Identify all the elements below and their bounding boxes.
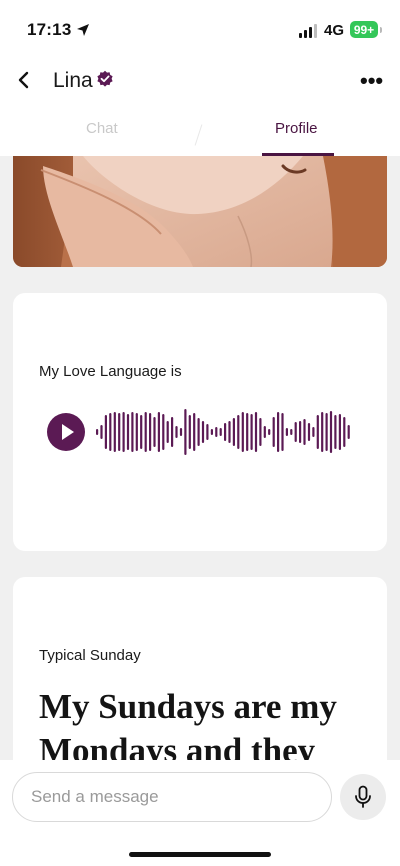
microphone-button[interactable] — [340, 774, 386, 820]
waveform-bar — [122, 412, 125, 452]
waveform-bar — [144, 412, 147, 452]
text-prompt-card: Typical Sunday My Sundays are my Mondays… — [13, 577, 387, 777]
waveform-bar — [188, 415, 191, 449]
waveform-bar — [294, 422, 297, 442]
waveform-bar — [193, 413, 196, 451]
waveform-bar — [197, 418, 200, 446]
waveform-bar — [338, 414, 341, 450]
back-arrow-icon[interactable] — [14, 70, 34, 90]
network-type: 4G — [324, 22, 345, 39]
profile-photo-image — [13, 156, 387, 267]
waveform-bar — [162, 414, 165, 450]
waveform-bar — [219, 428, 222, 436]
waveform-bar — [277, 412, 280, 452]
microphone-icon — [355, 785, 371, 808]
waveform-bar — [241, 412, 244, 452]
match-name[interactable]: Lina — [53, 69, 93, 93]
chat-header: Lina ••• Chat Profile — [0, 58, 400, 156]
more-options-icon[interactable]: ••• — [360, 68, 383, 94]
waveform-bar — [179, 428, 183, 436]
waveform-bar — [329, 411, 333, 453]
audio-waveform[interactable] — [95, 407, 351, 457]
waveform-bar — [246, 413, 249, 451]
waveform-bar — [104, 415, 107, 449]
verified-badge-icon — [97, 70, 113, 87]
waveform-bar — [303, 419, 306, 445]
waveform-bar — [347, 425, 350, 439]
battery-indicator: 99+ — [350, 21, 382, 38]
waveform-bar — [206, 424, 209, 440]
waveform-bar — [149, 413, 152, 451]
waveform-bar — [109, 413, 112, 451]
waveform-bar — [201, 421, 205, 443]
waveform-bar — [325, 413, 328, 451]
waveform-bar — [259, 418, 262, 446]
waveform-bar — [343, 417, 346, 447]
waveform-bar — [316, 415, 319, 449]
waveform-bar — [268, 429, 271, 435]
waveform-bar — [171, 417, 174, 447]
waveform-bar — [263, 426, 266, 438]
waveform-bar — [290, 429, 293, 435]
waveform-bar — [299, 421, 302, 443]
waveform-bar — [175, 426, 178, 438]
location-arrow-icon — [77, 24, 89, 36]
waveform-bar — [215, 427, 218, 437]
waveform-bar — [228, 421, 231, 443]
waveform-bar — [184, 409, 187, 455]
waveform-bar — [334, 415, 337, 449]
text-prompt-label: Typical Sunday — [39, 647, 141, 664]
waveform-bar — [254, 412, 258, 452]
waveform-bar — [135, 413, 138, 451]
waveform-bar — [321, 412, 324, 452]
waveform-bar — [96, 429, 99, 435]
waveform-bar — [272, 417, 275, 447]
play-icon[interactable] — [47, 413, 85, 451]
voice-prompt-card: My Love Language is — [13, 293, 387, 551]
home-indicator — [129, 852, 271, 857]
tab-chat[interactable]: Chat — [86, 120, 118, 137]
waveform-bar — [113, 412, 116, 452]
waveform-bar — [140, 415, 143, 449]
waveform-bar — [157, 412, 160, 452]
waveform-bar — [126, 414, 130, 450]
waveform-bar — [237, 415, 240, 449]
waveform-bar — [232, 418, 235, 446]
waveform-bar — [153, 417, 156, 447]
waveform-bar — [166, 421, 169, 443]
waveform-bar — [100, 425, 103, 439]
tab-divider — [194, 124, 203, 146]
status-time: 17:13 — [27, 20, 72, 39]
waveform-bar — [250, 414, 253, 450]
status-bar: 17:13 4G 99+ — [0, 0, 400, 58]
tab-profile[interactable]: Profile — [275, 120, 318, 137]
signal-icon — [299, 24, 317, 38]
profile-photo[interactable] — [13, 156, 387, 267]
waveform-bar — [307, 423, 311, 441]
waveform-bar — [281, 413, 284, 451]
waveform-bar — [131, 412, 134, 452]
message-composer — [0, 760, 400, 866]
voice-prompt-label: My Love Language is — [39, 363, 182, 380]
waveform-bar — [312, 427, 315, 437]
waveform-bar — [118, 413, 121, 451]
message-input[interactable] — [12, 772, 332, 822]
waveform-bar — [285, 428, 288, 436]
waveform-bar — [210, 429, 213, 435]
waveform-bar — [224, 423, 227, 441]
